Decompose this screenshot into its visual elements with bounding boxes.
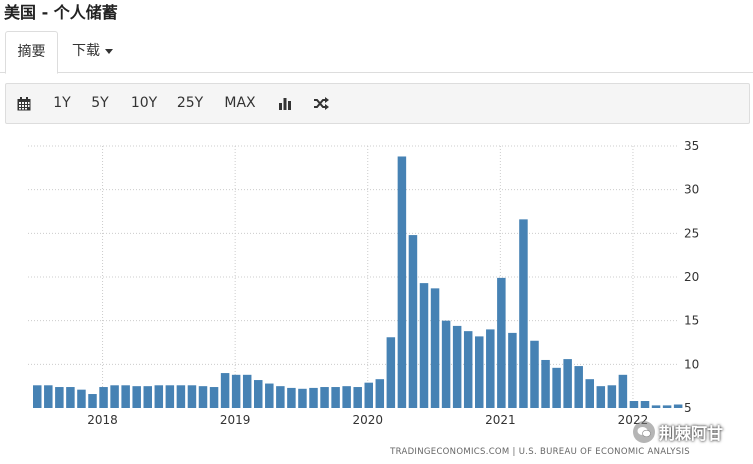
page: 美国 - 个人储蓄 摘要 下载 1Y 5Y 10Y 25Y MAX 5 10 1… <box>0 0 753 464</box>
bar <box>276 386 285 408</box>
range-max-button[interactable]: MAX <box>222 84 258 123</box>
bar <box>44 385 53 408</box>
bar <box>342 386 351 408</box>
bar <box>77 389 86 408</box>
bar <box>497 277 506 408</box>
bar <box>143 386 152 408</box>
caret-down-icon <box>105 48 113 54</box>
bar <box>121 385 130 408</box>
source-credit: TRADINGECONOMICS.COM | U.S. BUREAU OF EC… <box>389 447 690 457</box>
calendar-icon[interactable] <box>15 84 33 123</box>
bar <box>309 387 318 408</box>
bar-chart: 5101520253035 2018 2019 2020 2021 2022 TRADI… <box>28 139 699 457</box>
x-tick-label: 2018 <box>87 413 118 427</box>
bar <box>55 387 64 408</box>
y-tick-label: 25 <box>684 226 699 240</box>
y-tick-label: 35 <box>684 139 699 153</box>
bar <box>419 283 429 408</box>
tab-download[interactable]: 下载 <box>58 31 127 73</box>
bar <box>463 331 473 408</box>
bar <box>629 401 639 408</box>
bar <box>165 385 175 408</box>
bar <box>353 387 362 408</box>
bar <box>386 337 396 408</box>
wechat-icon <box>633 421 655 443</box>
bar <box>132 386 141 408</box>
bar <box>265 383 274 408</box>
bar <box>187 385 197 408</box>
bar <box>486 329 495 408</box>
bar <box>33 385 42 408</box>
bar <box>298 388 307 408</box>
bar-chart-icon[interactable] <box>276 84 294 123</box>
bar <box>408 235 418 408</box>
bar <box>198 386 208 408</box>
bar <box>475 336 484 408</box>
chart-bars <box>33 156 683 408</box>
x-tick-label: 2019 <box>220 413 251 427</box>
bar <box>651 405 661 408</box>
bar <box>596 386 606 408</box>
bar <box>154 385 164 408</box>
chart-area: 5 10 15 20 25 30 35 2018 2019 2020 2021 2022 TRADI… <box>0 130 753 464</box>
range-25y-button[interactable]: 25Y <box>175 84 205 123</box>
bar <box>397 156 407 408</box>
tab-summary[interactable]: 摘要 <box>5 31 58 74</box>
bar <box>287 387 296 408</box>
bar <box>331 387 340 408</box>
watermark-text: 荆棘阿甘 <box>659 424 724 443</box>
bar <box>662 405 672 408</box>
bar <box>176 385 186 408</box>
chart-toolbar: 1Y 5Y 10Y 25Y MAX <box>5 83 750 124</box>
bar <box>110 385 119 408</box>
range-5y-button[interactable]: 5Y <box>88 84 112 123</box>
bar <box>242 374 252 408</box>
bar <box>673 404 683 408</box>
page-title: 美国 - 个人储蓄 <box>4 3 118 22</box>
shuffle-icon[interactable] <box>311 84 331 123</box>
bar <box>430 288 440 408</box>
bar <box>607 385 617 408</box>
bar <box>254 380 263 408</box>
bar <box>530 340 539 408</box>
y-tick-label: 5 <box>684 401 692 415</box>
bar <box>99 387 108 408</box>
bar <box>66 387 75 408</box>
range-1y-button[interactable]: 1Y <box>50 84 74 123</box>
x-tick-label: 2020 <box>352 413 383 427</box>
x-axis-labels: 2018 2019 2020 2021 2022 <box>87 413 648 427</box>
bar <box>640 401 650 408</box>
range-10y-button[interactable]: 10Y <box>129 84 159 123</box>
bar <box>519 219 528 408</box>
tab-bar: 摘要 下载 <box>0 31 753 74</box>
bar <box>452 325 462 408</box>
bar <box>585 379 594 408</box>
bar <box>618 374 628 408</box>
title-bar: 美国 - 个人储蓄 <box>0 0 753 30</box>
bar <box>375 379 385 408</box>
bar <box>220 373 230 408</box>
bar <box>574 366 583 408</box>
bar <box>563 359 572 408</box>
bar <box>88 394 97 408</box>
y-tick-label: 15 <box>684 314 699 328</box>
y-tick-label: 10 <box>684 357 699 371</box>
bar <box>364 382 373 408</box>
bar <box>552 367 561 408</box>
bar <box>541 359 550 408</box>
x-tick-label: 2021 <box>485 413 516 427</box>
y-axis-labels: 5 10 15 20 25 30 35 <box>684 139 699 415</box>
bar <box>231 374 241 408</box>
y-tick-label: 30 <box>684 183 699 197</box>
bar <box>209 387 219 408</box>
tab-download-label: 下载 <box>72 43 100 59</box>
y-tick-label: 20 <box>684 270 699 284</box>
bar <box>441 320 451 408</box>
bar <box>320 387 329 408</box>
bar <box>508 332 517 408</box>
watermark: 荆棘阿甘 <box>633 418 751 446</box>
